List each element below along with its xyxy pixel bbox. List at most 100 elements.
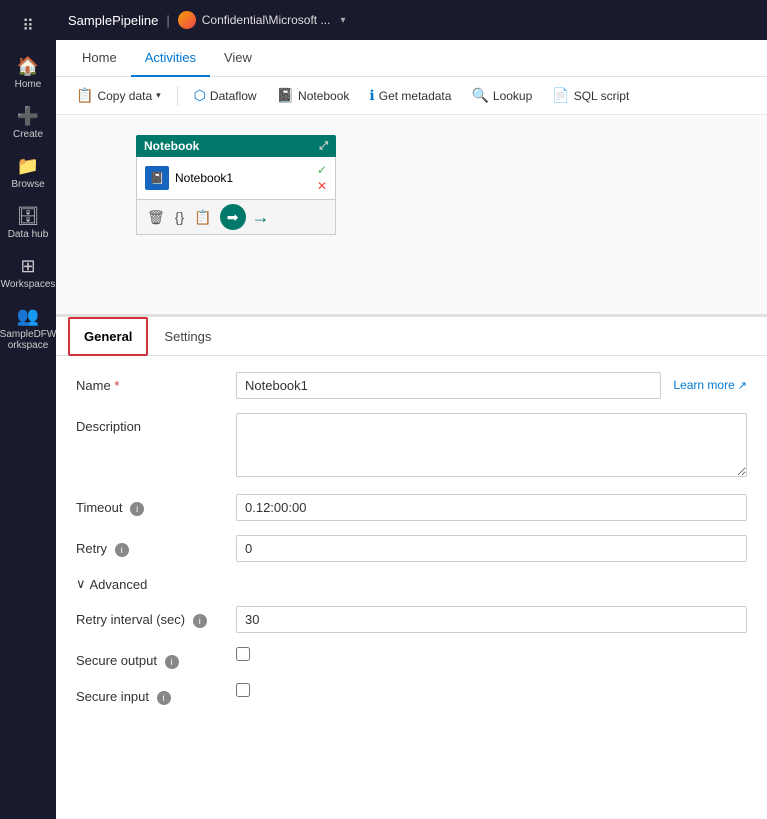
panel-tab-general[interactable]: General: [68, 317, 148, 356]
secure-output-field-container: [236, 647, 747, 664]
pipeline-canvas[interactable]: Notebook ⤢ 📓 Notebook1 ✓ ✕ 🗑 {} 📋 ➡ →: [56, 115, 767, 315]
notebook-label: Notebook: [298, 89, 349, 103]
lookup-button[interactable]: 🔍 Lookup: [463, 83, 540, 108]
node-activity-name: Notebook1: [175, 171, 311, 185]
secure-input-label: Secure input i: [76, 683, 236, 705]
app-launcher-icon[interactable]: ⠿: [22, 8, 34, 48]
retry-row: Retry i: [76, 535, 747, 562]
data-hub-icon: 🗄: [17, 206, 40, 227]
learn-more-link[interactable]: Learn more ↗: [673, 378, 747, 392]
sidebar-item-workspaces-label: Workspaces: [1, 279, 56, 290]
external-link-icon: ↗: [738, 379, 747, 392]
workspace-name: Confidential\Microsoft ...: [202, 13, 331, 27]
sidebar-item-sample-dfw[interactable]: 👥 SampleDFW orkspace: [0, 298, 56, 359]
name-label: Name *: [76, 372, 236, 393]
description-label: Description: [76, 413, 236, 434]
sidebar: ⠿ 🏠 Home ➕ Create 📁 Browse 🗄 Data hub ⊞ …: [0, 0, 56, 819]
retry-interval-label: Retry interval (sec) i: [76, 606, 236, 628]
status-fail-icon: ✕: [317, 179, 327, 193]
workspace-selector[interactable]: Confidential\Microsoft ... ▾: [178, 11, 346, 29]
topbar-separator: |: [166, 13, 169, 28]
node-delete-button[interactable]: 🗑: [145, 207, 167, 228]
sidebar-item-sample-dfw-label: SampleDFW orkspace: [0, 329, 56, 351]
sidebar-item-workspaces[interactable]: ⊞ Workspaces: [0, 248, 56, 298]
name-input[interactable]: [236, 372, 661, 399]
sidebar-item-create[interactable]: ➕ Create: [0, 98, 56, 148]
copy-data-chevron-icon: ▾: [156, 90, 161, 101]
retry-interval-info-icon[interactable]: i: [193, 614, 207, 628]
node-connect-right-icon[interactable]: →: [252, 207, 270, 228]
description-field-container: [236, 413, 747, 480]
sample-dfw-icon: 👥: [17, 306, 39, 327]
node-actions: 🗑 {} 📋 ➡ →: [136, 200, 336, 235]
timeout-label: Timeout i: [76, 494, 236, 516]
sql-script-icon: 📄: [552, 87, 569, 104]
create-icon: ➕: [17, 106, 39, 127]
toolbar: 📋 Copy data ▾ ⬡ Dataflow 📓 Notebook ℹ Ge…: [56, 77, 767, 115]
name-field-container: Learn more ↗: [236, 372, 747, 399]
sql-script-button[interactable]: 📄 SQL script: [544, 83, 637, 108]
secure-input-checkbox[interactable]: [236, 683, 250, 697]
retry-field-container: [236, 535, 747, 562]
node-run-button[interactable]: ➡: [220, 204, 246, 230]
notebook-icon: 📓: [277, 87, 294, 104]
secure-input-field-container: [236, 683, 747, 700]
browse-icon: 📁: [17, 156, 39, 177]
retry-info-icon[interactable]: i: [115, 543, 129, 557]
timeout-row: Timeout i: [76, 494, 747, 521]
retry-interval-input[interactable]: [236, 606, 747, 633]
pipeline-title: SamplePipeline: [68, 13, 158, 28]
sql-script-label: SQL script: [574, 89, 630, 103]
copy-data-label: Copy data: [97, 89, 152, 103]
advanced-chevron-icon: ∨: [76, 576, 86, 592]
secure-output-info-icon[interactable]: i: [165, 655, 179, 669]
dataflow-icon: ⬡: [194, 87, 206, 104]
sidebar-item-home[interactable]: 🏠 Home: [0, 48, 56, 98]
retry-label: Retry i: [76, 535, 236, 557]
advanced-label: Advanced: [90, 577, 148, 592]
secure-output-label: Secure output i: [76, 647, 236, 669]
get-metadata-button[interactable]: ℹ Get metadata: [361, 83, 459, 108]
home-icon: 🏠: [17, 56, 39, 77]
timeout-info-icon[interactable]: i: [130, 502, 144, 516]
node-status-icons: ✓ ✕: [317, 163, 327, 193]
main-content: SamplePipeline | Confidential\Microsoft …: [56, 0, 767, 819]
advanced-section-toggle[interactable]: ∨ Advanced: [76, 576, 747, 592]
tab-activities[interactable]: Activities: [131, 40, 210, 77]
sidebar-item-create-label: Create: [13, 129, 43, 140]
notebook-button[interactable]: 📓 Notebook: [269, 83, 358, 108]
workspace-chevron-icon: ▾: [340, 15, 345, 26]
node-body: 📓 Notebook1 ✓ ✕: [136, 157, 336, 200]
description-input[interactable]: [236, 413, 747, 477]
node-activity-icon: 📓: [145, 166, 169, 190]
bottom-panel: General Settings Name * Learn more ↗: [56, 315, 767, 735]
panel-tab-general-label: General: [84, 329, 132, 344]
copy-data-button[interactable]: 📋 Copy data ▾: [68, 83, 169, 108]
dataflow-button[interactable]: ⬡ Dataflow: [186, 83, 265, 108]
sidebar-item-browse[interactable]: 📁 Browse: [0, 148, 56, 198]
node-header: Notebook ⤢: [136, 135, 336, 157]
timeout-field-container: [236, 494, 747, 521]
node-copy-button[interactable]: 📋: [192, 207, 213, 228]
sidebar-item-data-hub[interactable]: 🗄 Data hub: [0, 198, 56, 248]
tab-view[interactable]: View: [210, 40, 266, 77]
nav-tabs: Home Activities View: [56, 40, 767, 77]
secure-input-info-icon[interactable]: i: [157, 691, 171, 705]
notebook-activity-node[interactable]: Notebook ⤢ 📓 Notebook1 ✓ ✕ 🗑 {} 📋 ➡ →: [136, 135, 336, 235]
general-form: Name * Learn more ↗ Description: [56, 356, 767, 735]
secure-output-checkbox[interactable]: [236, 647, 250, 661]
status-success-icon: ✓: [317, 163, 327, 177]
retry-input[interactable]: [236, 535, 747, 562]
node-script-button[interactable]: {}: [173, 207, 186, 227]
lookup-label: Lookup: [493, 89, 532, 103]
panel-tab-settings[interactable]: Settings: [148, 317, 227, 356]
secure-output-row: Secure output i: [76, 647, 747, 669]
workspaces-icon: ⊞: [20, 256, 35, 277]
topbar: SamplePipeline | Confidential\Microsoft …: [56, 0, 767, 40]
description-row: Description: [76, 413, 747, 480]
toolbar-divider-1: [177, 86, 178, 106]
tab-home[interactable]: Home: [68, 40, 131, 77]
secure-input-row: Secure input i: [76, 683, 747, 705]
timeout-input[interactable]: [236, 494, 747, 521]
copy-data-icon: 📋: [76, 87, 93, 104]
